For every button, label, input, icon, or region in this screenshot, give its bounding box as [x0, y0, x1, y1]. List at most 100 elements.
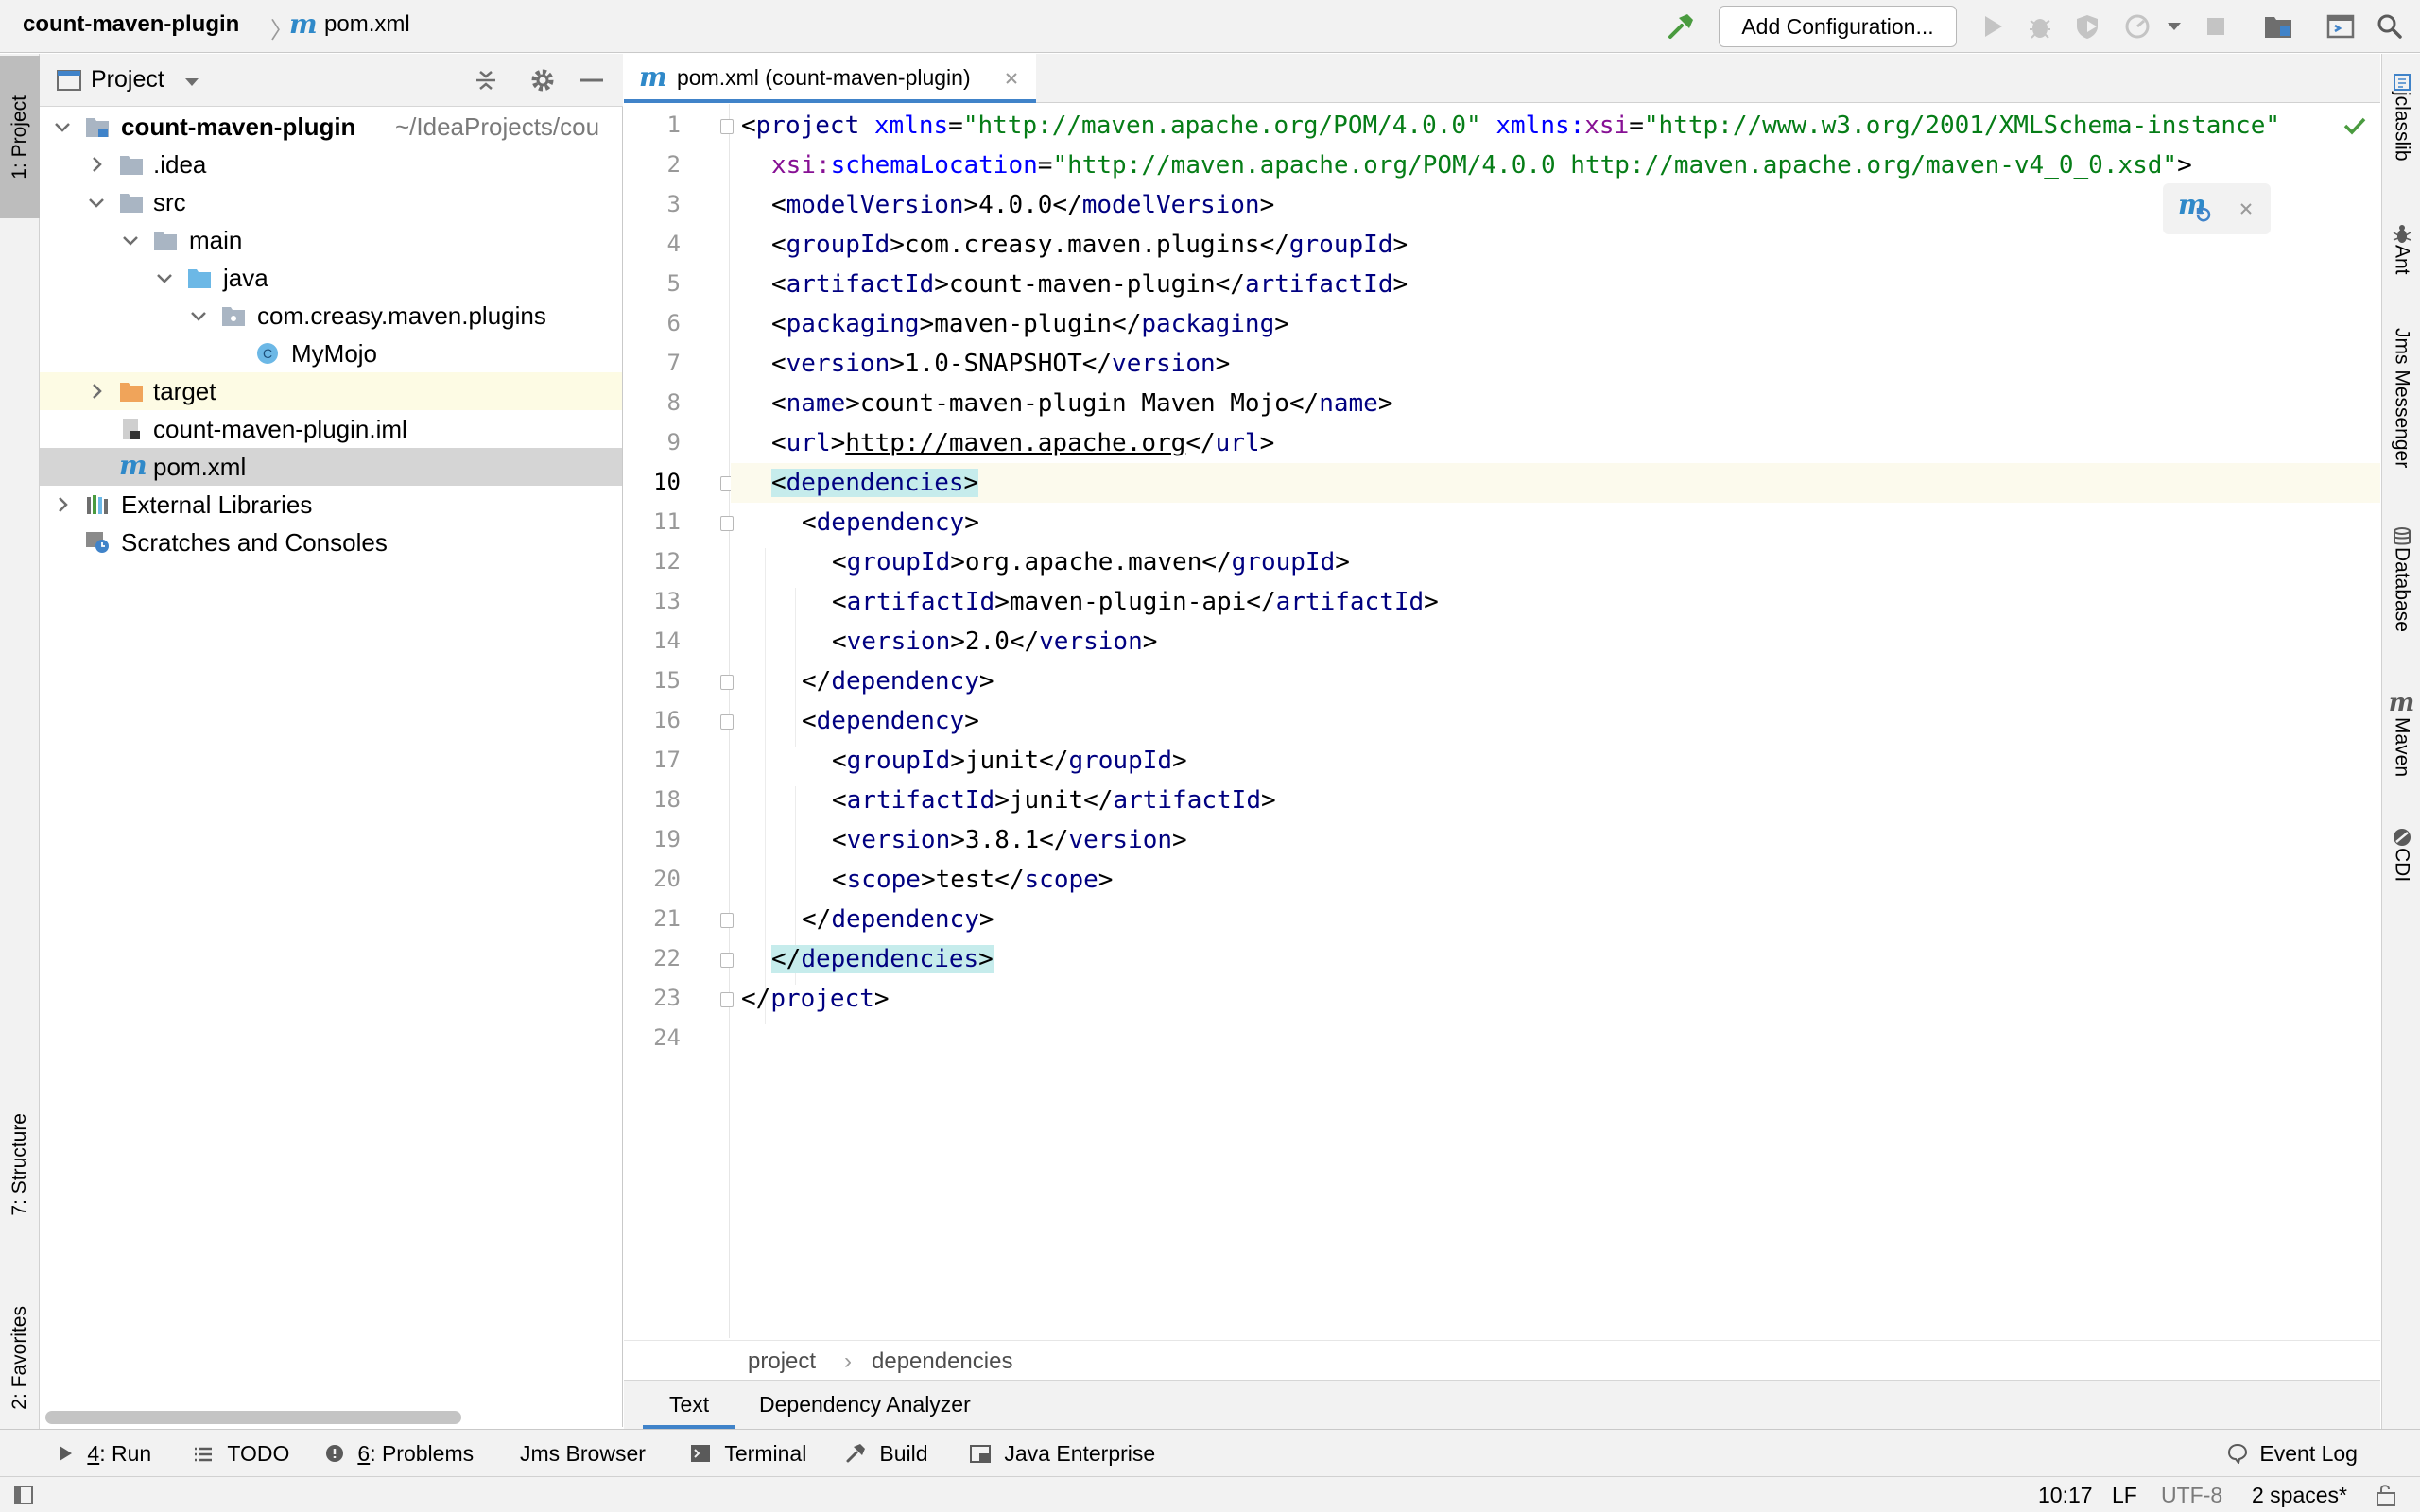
coverage-icon[interactable]	[2070, 9, 2104, 43]
line-number: 1	[666, 112, 681, 138]
run-anything-icon[interactable]	[2324, 9, 2358, 43]
chevron-right-icon[interactable]	[85, 153, 108, 176]
navigation-bar: count-maven-plugin 〉 m pom.xml Add Confi…	[0, 0, 2420, 53]
editor-breadcrumb-dependencies[interactable]: dependencies	[872, 1349, 1012, 1375]
chevron-right-icon[interactable]	[85, 380, 108, 403]
tool-build-label: Build	[879, 1441, 928, 1466]
chevron-down-icon[interactable]	[2157, 9, 2191, 43]
project-panel-title: Project	[91, 66, 164, 93]
maven-icon: m	[2388, 689, 2415, 717]
tab-text[interactable]: Text	[669, 1392, 709, 1418]
tool-java-enterprise[interactable]: Java Enterprise	[970, 1441, 1155, 1467]
horizontal-scrollbar[interactable]	[45, 1411, 461, 1424]
tool-jms-browser[interactable]: Jms Browser	[520, 1441, 646, 1467]
tree-item-java[interactable]: java	[40, 259, 622, 297]
tool-terminal[interactable]: Terminal	[690, 1441, 806, 1467]
tool-tab-jclasslib-label: jclasslib	[2391, 92, 2413, 162]
line-number: 4	[666, 231, 681, 257]
tree-item-mymojo[interactable]: C MyMojo	[40, 335, 622, 372]
breadcrumb-file[interactable]: pom.xml	[324, 11, 410, 38]
chevron-right-icon[interactable]	[51, 493, 74, 516]
search-icon[interactable]	[2373, 9, 2407, 43]
tree-item-scratches[interactable]: Scratches and Consoles	[40, 524, 622, 561]
class-icon-letter: C	[263, 346, 272, 361]
code-line-22: </dependencies>	[731, 939, 2380, 979]
toggle-tool-windows-icon[interactable]	[13, 1485, 34, 1505]
jclasslib-icon	[2393, 74, 2411, 91]
add-configuration-button[interactable]: Add Configuration...	[1719, 6, 1957, 47]
line-number: 20	[653, 866, 681, 892]
lock-icon[interactable]	[2375, 1483, 2397, 1507]
code-line-12: <groupId>org.apache.maven</groupId>	[832, 548, 1350, 576]
chevron-down-icon[interactable]	[187, 304, 210, 327]
tool-tab-database-label: Database	[2391, 547, 2413, 632]
code-line-2: xsi:schemaLocation="http://maven.apache.…	[771, 151, 2192, 180]
code-line-6: <packaging>maven-plugin</packaging>	[771, 310, 1289, 338]
tree-item-idea[interactable]: .idea	[40, 146, 622, 183]
build-hammer-icon[interactable]	[1664, 9, 1698, 43]
line-number: 15	[653, 667, 681, 694]
tab-dependency-analyzer[interactable]: Dependency Analyzer	[759, 1392, 971, 1418]
project-structure-icon[interactable]	[2261, 9, 2295, 43]
tool-tab-database[interactable]: Database	[2382, 526, 2420, 632]
tool-tab-structure-label: 7: Structure	[9, 1112, 30, 1216]
tool-build[interactable]: Build	[845, 1441, 928, 1467]
tool-tab-project[interactable]: 1: Project	[0, 56, 40, 218]
tree-item-external-libraries[interactable]: External Libraries	[40, 486, 622, 524]
code-editor[interactable]: <project xmlns="http://maven.apache.org/…	[731, 104, 2380, 1338]
tree-item-iml[interactable]: count-maven-plugin.iml	[40, 410, 622, 448]
tree-item-main[interactable]: main	[40, 221, 622, 259]
indent-setting[interactable]: 2 spaces*	[2252, 1483, 2347, 1508]
left-tool-strip: 1: Project 7: Structure 2: Favorites	[0, 54, 40, 1471]
tool-tab-structure[interactable]: 7: Structure	[0, 1056, 40, 1273]
breadcrumb-project[interactable]: count-maven-plugin	[23, 11, 239, 38]
tool-tab-jms-messenger[interactable]: Jms Messenger	[2382, 328, 2420, 468]
tool-tab-cdi[interactable]: CDI	[2382, 827, 2420, 882]
chevron-down-icon[interactable]	[153, 266, 176, 289]
run-icon[interactable]	[1976, 9, 2010, 43]
line-separator[interactable]: LF	[2112, 1483, 2137, 1508]
breadcrumb-separator: ›	[844, 1349, 852, 1374]
chevron-down-icon[interactable]	[85, 191, 108, 214]
close-icon[interactable]	[2238, 201, 2254, 216]
tree-item-root[interactable]: count-maven-plugin ~/IdeaProjects/cou	[40, 108, 622, 146]
tool-event-log[interactable]: Event Log	[2227, 1441, 2358, 1467]
chevron-down-icon[interactable]	[51, 115, 74, 138]
editor-tab-pom[interactable]: m pom.xml (count-maven-plugin)	[624, 54, 1036, 103]
tool-run[interactable]: 4: Run	[57, 1441, 151, 1467]
caret-position[interactable]: 10:17	[2038, 1483, 2093, 1508]
gear-icon[interactable]	[527, 65, 558, 95]
tree-item-package[interactable]: com.creasy.maven.plugins	[40, 297, 622, 335]
line-number: 2	[666, 151, 681, 178]
tree-item-target[interactable]: target	[40, 372, 622, 410]
list-icon	[195, 1447, 212, 1462]
profiler-icon[interactable]	[2121, 9, 2155, 43]
collapse-all-icon[interactable]	[473, 67, 499, 94]
tree-item-label: target	[153, 377, 216, 405]
excluded-folder-icon	[120, 383, 143, 402]
code-line-1: <project xmlns="http://maven.apache.org/…	[741, 112, 2280, 140]
close-icon[interactable]	[1004, 71, 1019, 86]
url-link[interactable]: http://maven.apache.org	[845, 429, 1185, 457]
checkmark-icon[interactable]	[2342, 115, 2367, 136]
tool-tab-maven[interactable]: m Maven	[2382, 689, 2420, 777]
code-line-15: </dependency>	[802, 667, 994, 696]
file-encoding[interactable]: UTF-8	[2161, 1483, 2222, 1508]
tree-item-pom[interactable]: m pom.xml	[40, 448, 622, 486]
refresh-icon	[2196, 208, 2211, 222]
code-line-19: <version>3.8.1</version>	[832, 826, 1187, 854]
stop-icon[interactable]	[2199, 9, 2233, 43]
hide-panel-icon[interactable]	[579, 67, 605, 94]
tool-tab-cdi-label: CDI	[2391, 848, 2413, 883]
scratches-icon	[86, 532, 109, 553]
tool-tab-ant[interactable]: Ant	[2382, 224, 2420, 275]
folder-icon	[120, 156, 143, 175]
editor-breadcrumb-project[interactable]: project	[748, 1349, 816, 1375]
tool-tab-jclasslib[interactable]: jclasslib	[2382, 73, 2420, 162]
tool-todo[interactable]: TODO	[193, 1441, 289, 1467]
chevron-down-icon[interactable]	[119, 229, 142, 251]
tree-item-src[interactable]: src	[40, 183, 622, 221]
chevron-down-icon[interactable]	[183, 77, 200, 88]
tool-problems[interactable]: 6: Problems	[325, 1441, 474, 1467]
debug-icon[interactable]	[2023, 9, 2057, 43]
